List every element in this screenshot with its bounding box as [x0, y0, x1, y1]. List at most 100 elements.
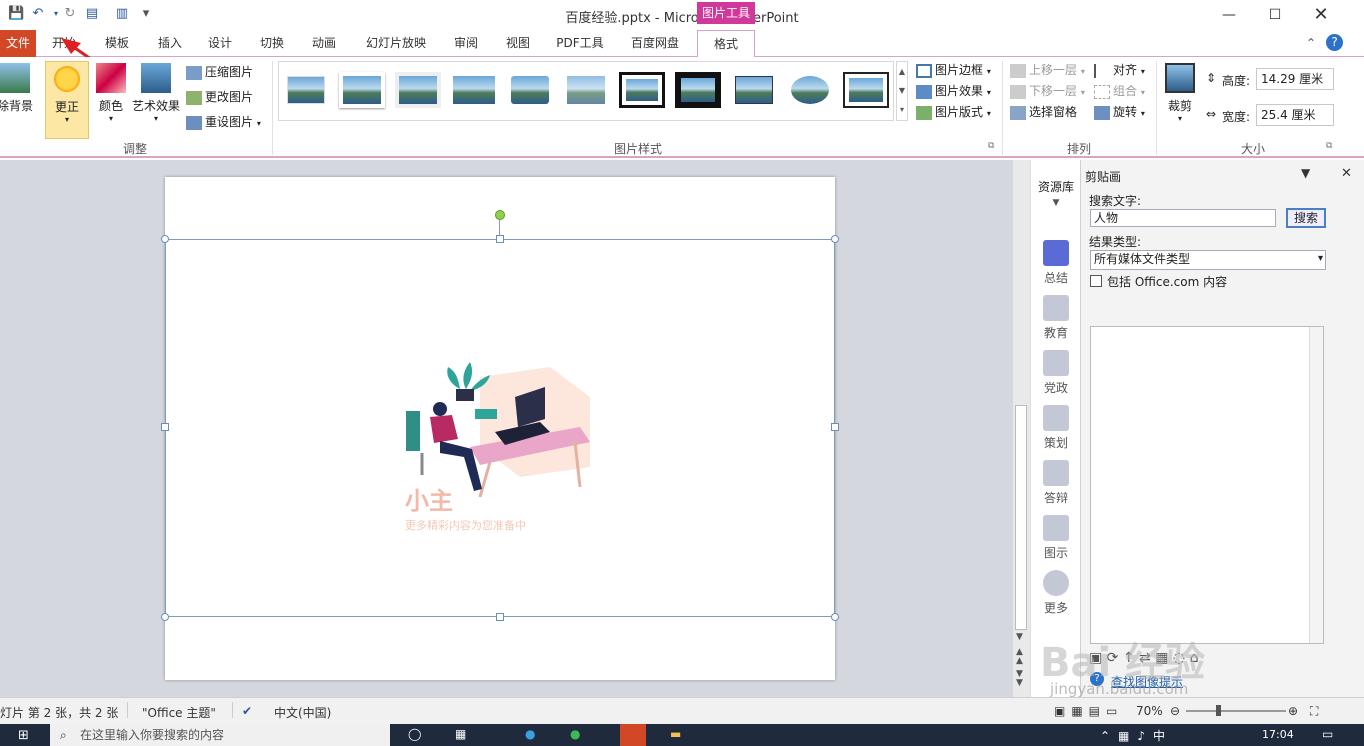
maximize-button[interactable]: ☐	[1252, 0, 1298, 30]
picture-style-10[interactable]	[787, 72, 833, 108]
resource-item-government[interactable]: 党政	[1031, 350, 1081, 396]
zoom-slider[interactable]	[1186, 710, 1286, 712]
picture-style-1[interactable]	[283, 72, 329, 108]
results-scrollbar[interactable]	[1309, 327, 1323, 643]
resource-item-more[interactable]: 更多	[1031, 570, 1081, 616]
tab-design[interactable]: 设计	[200, 30, 240, 57]
windows-start-icon[interactable]: ⊞	[18, 728, 29, 743]
rotation-handle[interactable]	[495, 210, 505, 220]
next-slide-icon[interactable]: ▼ ▼	[1016, 670, 1023, 688]
resize-handle-bottom[interactable]	[496, 613, 504, 621]
resize-handle-right[interactable]	[831, 423, 839, 431]
notification-icon[interactable]: ▭	[1322, 727, 1333, 741]
resize-handle-top-right[interactable]	[831, 235, 839, 243]
selection-pane-button[interactable]: 选择窗格	[1010, 102, 1077, 122]
picture-style-6[interactable]	[563, 72, 609, 108]
task-view-icon[interactable]: ◯	[408, 727, 421, 741]
tab-template[interactable]: 模板	[96, 30, 138, 57]
resource-item-summary[interactable]: 总结	[1031, 240, 1081, 286]
resource-library-title[interactable]: 资源库	[1031, 178, 1081, 195]
tab-home[interactable]: 开始	[44, 30, 84, 57]
slide-canvas[interactable]: 小主 更多精彩内容为您准备中	[161, 177, 839, 680]
taskbar-app-icon[interactable]: ▦	[455, 727, 466, 741]
resource-item-diagram[interactable]: 图示	[1031, 515, 1081, 561]
wechat-app-icon[interactable]: ●	[570, 727, 580, 741]
file-explorer-icon[interactable]: ▬	[670, 727, 681, 741]
size-launcher-icon[interactable]: ⧉	[1326, 141, 1332, 151]
result-type-select[interactable]: 所有媒体文件类型 ▾	[1090, 250, 1326, 270]
spell-check-icon[interactable]: ✔	[242, 704, 252, 718]
picture-style-2[interactable]	[339, 72, 385, 108]
reset-picture-button[interactable]: 重设图片 ▾	[186, 112, 261, 132]
color-button[interactable]: 颜色 ▾	[89, 61, 133, 135]
theme-name[interactable]: "Office 主题"	[142, 704, 216, 721]
resize-handle-left[interactable]	[161, 423, 169, 431]
pane-close-icon[interactable]: ✕	[1341, 166, 1352, 181]
resource-library-dropdown-icon[interactable]: ▼	[1031, 198, 1081, 208]
minimize-button[interactable]: —	[1206, 0, 1252, 30]
send-backward-button[interactable]: 下移一层 ▾	[1010, 81, 1085, 101]
tab-insert[interactable]: 插入	[150, 30, 190, 57]
tab-animations[interactable]: 动画	[304, 30, 344, 57]
resource-item-education[interactable]: 教育	[1031, 295, 1081, 341]
fit-to-window-icon[interactable]: ⛶	[1310, 704, 1318, 719]
zoom-level[interactable]: 70%	[1136, 704, 1163, 718]
language-indicator[interactable]: 中文(中国)	[274, 704, 331, 721]
picture-style-7[interactable]	[619, 72, 665, 108]
picture-style-11[interactable]	[843, 72, 889, 108]
resource-item-planning[interactable]: 策划	[1031, 405, 1081, 451]
crop-button[interactable]: 裁剪 ▾	[1160, 61, 1200, 135]
corrections-button[interactable]: 更正 ▾	[45, 61, 89, 139]
collapse-ribbon-icon[interactable]: ⌃	[1306, 36, 1316, 50]
browser-app-icon[interactable]: ●	[525, 727, 535, 741]
include-office-checkbox[interactable]	[1090, 275, 1102, 287]
tab-pdf-tools[interactable]: PDF工具	[550, 30, 610, 57]
group-button[interactable]: 组合 ▾	[1094, 81, 1145, 101]
remove-background-button[interactable]: 除背景	[0, 61, 36, 135]
picture-layout-button[interactable]: 图片版式 ▾	[916, 102, 991, 122]
picture-styles-launcher-icon[interactable]: ⧉	[988, 141, 994, 151]
close-button[interactable]: ✕	[1298, 0, 1344, 30]
change-picture-button[interactable]: 更改图片	[186, 87, 253, 107]
powerpoint-app-icon[interactable]	[620, 724, 646, 746]
clip-results-area[interactable]	[1090, 326, 1324, 644]
tab-view[interactable]: 视图	[498, 30, 538, 57]
clip-search-button[interactable]: 搜索	[1286, 208, 1326, 228]
scroll-down-icon[interactable]: ▼	[1016, 632, 1023, 642]
tab-format[interactable]: 格式	[697, 30, 755, 58]
rotate-button[interactable]: 旋转 ▾	[1094, 102, 1145, 122]
system-tray-icons[interactable]: ⌃▦♪中	[1100, 727, 1173, 744]
picture-style-8[interactable]	[675, 72, 721, 108]
view-buttons[interactable]: ▣▦▤▭	[1054, 704, 1123, 718]
picture-style-5[interactable]	[507, 72, 553, 108]
scroll-thumb[interactable]	[1015, 405, 1027, 630]
previous-slide-icon[interactable]: ▲ ▲	[1016, 648, 1023, 666]
tab-slideshow[interactable]: 幻灯片放映	[358, 30, 434, 57]
help-icon[interactable]: ?	[1326, 34, 1343, 51]
zoom-out-icon[interactable]: ⊖	[1170, 704, 1180, 718]
clip-search-input[interactable]: 人物	[1090, 209, 1276, 227]
resource-item-defense[interactable]: 答辩	[1031, 460, 1081, 506]
picture-style-9[interactable]	[731, 72, 777, 108]
zoom-in-icon[interactable]: ⊕	[1288, 704, 1298, 718]
resize-handle-bottom-left[interactable]	[161, 613, 169, 621]
zoom-slider-thumb[interactable]	[1216, 705, 1221, 716]
pane-options-icon[interactable]: ▼	[1301, 166, 1310, 180]
tab-file[interactable]: 文件	[0, 30, 36, 57]
height-input[interactable]: 14.29 厘米	[1256, 68, 1334, 90]
artistic-effects-button[interactable]: 艺术效果 ▾	[130, 61, 182, 135]
resize-handle-top-left[interactable]	[161, 235, 169, 243]
resize-handle-bottom-right[interactable]	[831, 613, 839, 621]
picture-border-button[interactable]: 图片边框 ▾	[916, 60, 991, 80]
editor-vertical-scrollbar[interactable]: ▼ ▲ ▲ ▼ ▼	[1013, 160, 1030, 697]
resize-handle-top[interactable]	[496, 235, 504, 243]
gallery-scroll[interactable]: ▲ ▼ ▾	[896, 61, 908, 121]
tab-baidu-netdisk[interactable]: 百度网盘	[622, 30, 688, 57]
picture-effects-button[interactable]: 图片效果 ▾	[916, 81, 991, 101]
picture-style-3[interactable]	[395, 72, 441, 108]
tab-transitions[interactable]: 切换	[252, 30, 292, 57]
tab-review[interactable]: 审阅	[446, 30, 486, 57]
bring-forward-button[interactable]: 上移一层 ▾	[1010, 60, 1085, 80]
compress-pictures-button[interactable]: 压缩图片	[186, 62, 253, 82]
width-input[interactable]: 25.4 厘米	[1256, 104, 1334, 126]
